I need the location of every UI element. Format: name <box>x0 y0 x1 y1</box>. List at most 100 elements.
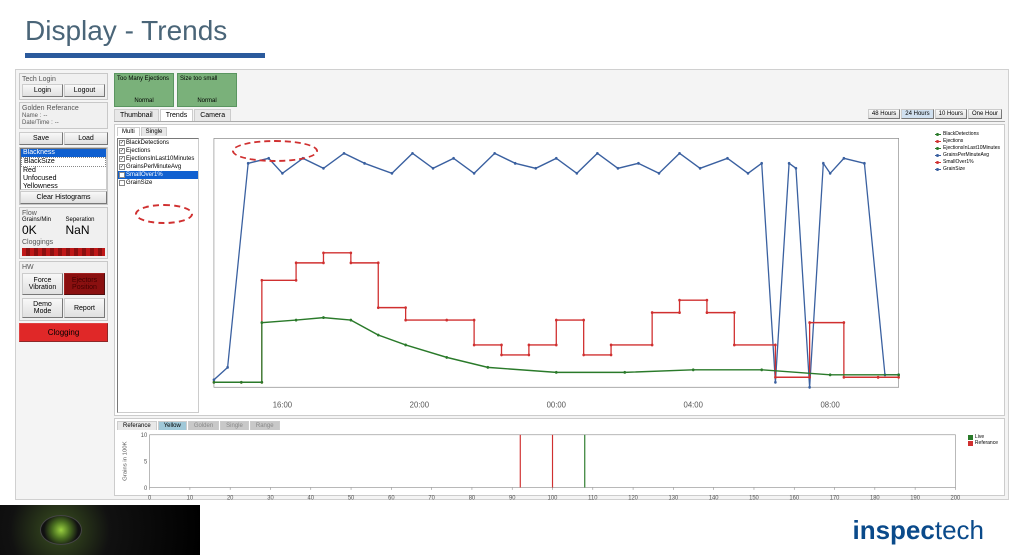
tab-thumbnail[interactable]: Thumbnail <box>114 109 159 121</box>
histogram-panel: BlacknessBlackSizeRedUnfocusedYellowness… <box>19 147 108 205</box>
golden-name-label: Name : <box>22 113 41 119</box>
svg-text:30: 30 <box>267 495 274 501</box>
series-listbox[interactable]: ✓BlackDetections✓Ejections✓EjectionsInLa… <box>117 138 199 413</box>
golden-name-value: -- <box>43 113 47 119</box>
reference-chart: 0102030405060708090100110120130140150160… <box>117 430 1002 502</box>
trend-legend: BlackDetectionsEjectionsEjectionsInLast1… <box>935 131 1000 173</box>
reference-tab[interactable]: Single <box>220 421 249 430</box>
series-item[interactable]: ✓EjectionsInLast10Minutes <box>118 155 198 163</box>
series-tab-single[interactable]: Single <box>141 127 168 136</box>
tab-trends[interactable]: Trends <box>160 109 194 121</box>
svg-text:100: 100 <box>548 495 558 501</box>
histogram-item[interactable]: Yellowness <box>21 183 106 190</box>
svg-text:180: 180 <box>870 495 880 501</box>
histogram-item[interactable]: Unfocused <box>21 175 106 183</box>
series-item[interactable]: ✓GrainsPerMinuteAvg <box>118 163 198 171</box>
histogram-item[interactable]: Blackness <box>21 149 106 157</box>
reference-tab[interactable]: Range <box>250 421 280 430</box>
svg-text:0: 0 <box>148 495 152 501</box>
golden-panel-label: Golden Referance <box>22 105 105 112</box>
svg-text:50: 50 <box>348 495 355 501</box>
svg-text:140: 140 <box>709 495 719 501</box>
cloggings-indicator <box>22 248 105 256</box>
svg-text:200: 200 <box>951 495 961 501</box>
time-48h-button[interactable]: 48 Hours <box>868 109 900 119</box>
ejectors-position-button[interactable]: Ejectors Position <box>64 273 105 295</box>
svg-text:60: 60 <box>388 495 395 501</box>
demo-mode-button[interactable]: Demo Mode <box>22 298 63 318</box>
series-panel: Multi Single ✓BlackDetections✓Ejections✓… <box>117 127 199 413</box>
svg-text:10: 10 <box>187 495 194 501</box>
series-tab-multi[interactable]: Multi <box>117 127 140 136</box>
title-underline <box>25 53 265 58</box>
series-item[interactable]: ✓BlackDetections <box>118 139 198 147</box>
series-item[interactable]: ✓Ejections <box>118 147 198 155</box>
reference-legend: LiveReferance <box>968 434 998 446</box>
svg-text:0: 0 <box>144 486 148 492</box>
hw-panel: HW Force Vibration Ejectors Position Dem… <box>19 261 108 321</box>
histogram-item[interactable]: BlackSize <box>21 157 106 167</box>
svg-text:150: 150 <box>749 495 759 501</box>
time-10h-button[interactable]: 10 Hours <box>935 109 967 119</box>
svg-text:190: 190 <box>910 495 920 501</box>
save-button[interactable]: Save <box>19 132 63 145</box>
svg-text:90: 90 <box>509 495 516 501</box>
svg-text:08:00: 08:00 <box>820 400 840 409</box>
golden-dt-value: -- <box>55 120 59 126</box>
svg-text:110: 110 <box>588 495 598 501</box>
time-range-buttons: 48 Hours 24 Hours 10 Hours One Hour <box>868 109 1002 119</box>
flow-panel-label: Flow <box>22 210 105 217</box>
histogram-item[interactable]: Red <box>21 167 106 175</box>
svg-text:130: 130 <box>669 495 679 501</box>
trend-chart-svg: 16:0020:0000:0004:0008:00 <box>201 127 1002 413</box>
brand-logo: inspectech <box>852 515 984 545</box>
histogram-listbox[interactable]: BlacknessBlackSizeRedUnfocusedYellowness <box>20 148 107 190</box>
tab-camera[interactable]: Camera <box>194 109 231 121</box>
status-tile: Size too smallNormal <box>177 73 237 107</box>
reference-area: ReferanceYellowGoldenSingleRange 0102030… <box>114 418 1005 496</box>
time-1h-button[interactable]: One Hour <box>968 109 1002 119</box>
series-item[interactable]: GrainSize <box>118 179 198 187</box>
flow-panel: Flow Grains/Min 0K Seperation NaN Cloggi… <box>19 207 108 259</box>
svg-text:80: 80 <box>469 495 476 501</box>
logout-button[interactable]: Logout <box>64 84 105 97</box>
clear-histograms-button[interactable]: Clear Histograms <box>20 191 107 204</box>
svg-text:20: 20 <box>227 495 234 501</box>
brand-eye-graphic <box>0 505 200 555</box>
login-button[interactable]: Login <box>22 84 63 97</box>
time-24h-button[interactable]: 24 Hours <box>901 109 933 119</box>
left-panel: Tech Login Login Logout Golden Referance… <box>16 70 111 499</box>
workspace: Tech Login Login Logout Golden Referance… <box>15 69 1009 500</box>
reference-tab[interactable]: Referance <box>117 421 157 430</box>
trend-chart: 16:0020:0000:0004:0008:00 BlackDetection… <box>201 127 1002 413</box>
status-tile: Too Many EjectionsNormal <box>114 73 174 107</box>
grains-min-value: 0K <box>22 223 62 237</box>
svg-text:70: 70 <box>428 495 435 501</box>
clogging-button[interactable]: Clogging <box>19 323 108 342</box>
golden-panel: Golden Referance Name :-- Date/Time :-- <box>19 102 108 129</box>
series-item[interactable]: ✓SmallOver1% <box>118 171 198 179</box>
golden-dt-label: Date/Time : <box>22 120 53 126</box>
svg-text:40: 40 <box>308 495 315 501</box>
svg-text:5: 5 <box>144 459 148 465</box>
svg-text:Grains in 100K: Grains in 100K <box>122 441 128 481</box>
trend-chart-area: 48 Hours 24 Hours 10 Hours One Hour Mult… <box>114 124 1005 416</box>
svg-text:120: 120 <box>628 495 638 501</box>
report-button[interactable]: Report <box>64 298 105 318</box>
reference-tab[interactable]: Yellow <box>158 421 187 430</box>
cloggings-label: Cloggings <box>22 239 105 246</box>
status-row: Too Many EjectionsNormalSize too smallNo… <box>114 73 1005 107</box>
reference-tab-row: ReferanceYellowGoldenSingleRange <box>117 421 1002 430</box>
force-vibration-button[interactable]: Force Vibration <box>22 273 63 295</box>
separation-value: NaN <box>66 223 106 237</box>
login-panel-label: Tech Login <box>22 76 105 83</box>
page-title: Display - Trends <box>25 15 999 47</box>
svg-text:00:00: 00:00 <box>547 400 567 409</box>
svg-text:160: 160 <box>789 495 799 501</box>
svg-text:10: 10 <box>141 433 148 439</box>
reference-tab[interactable]: Golden <box>188 421 219 430</box>
svg-text:170: 170 <box>830 495 840 501</box>
reference-chart-svg: 0102030405060708090100110120130140150160… <box>117 430 1002 502</box>
svg-text:04:00: 04:00 <box>684 400 704 409</box>
load-button[interactable]: Load <box>64 132 108 145</box>
